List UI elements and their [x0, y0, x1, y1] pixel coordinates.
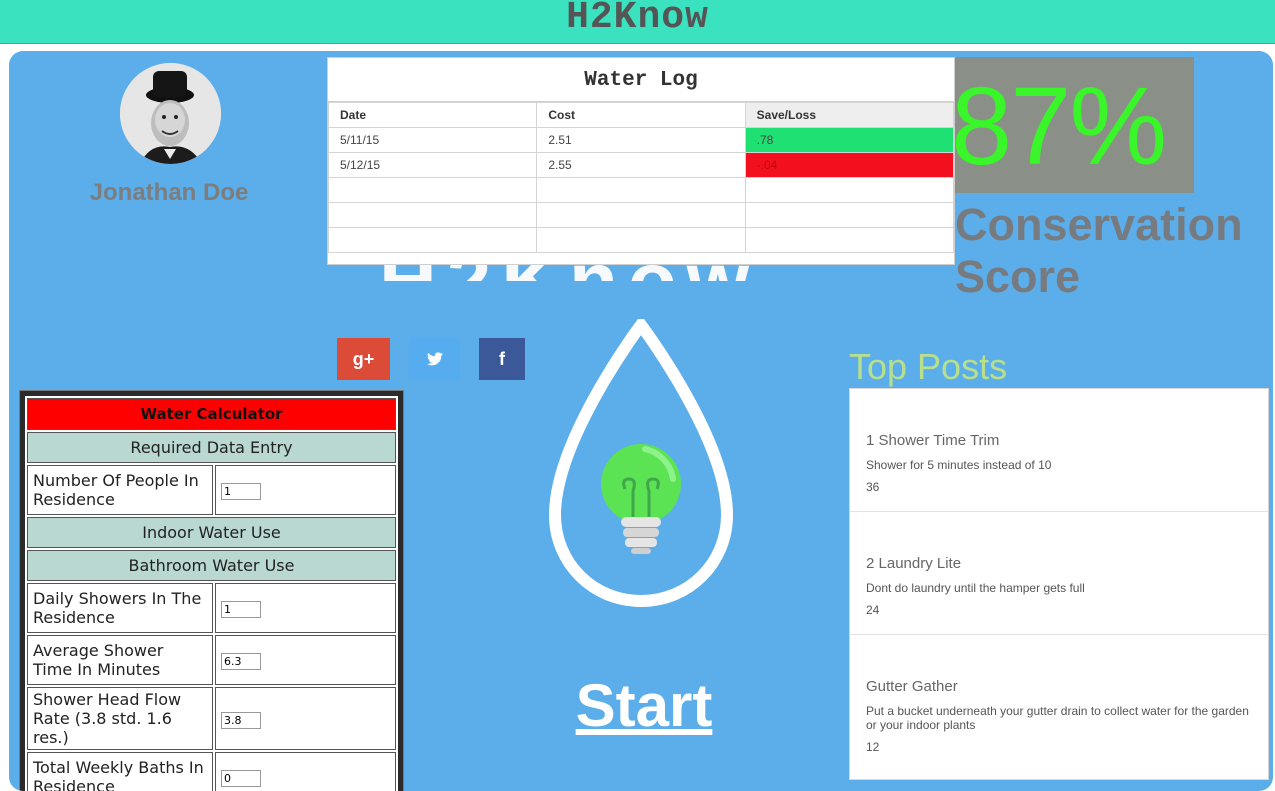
post-body: Shower for 5 minutes instead of 10	[866, 458, 1052, 472]
save-loss-cell	[744, 202, 955, 228]
facebook-icon: f	[499, 348, 505, 369]
post-body: Put a bucket underneath your gutter drai…	[866, 704, 1249, 732]
baths-input[interactable]	[221, 770, 261, 787]
google-plus-icon: g+	[352, 348, 375, 369]
profile-name: Jonathan Doe	[89, 179, 249, 206]
column-header-cost: Cost	[536, 102, 746, 128]
save-loss-cell	[744, 177, 955, 203]
post-body: Dont do laundry until the hamper gets fu…	[866, 581, 1085, 595]
table-row: 5/11/15 2.51 .78	[327, 127, 955, 153]
water-log-table: Date Cost Save/Loss 5/11/15 2.51 .78 5/1…	[327, 102, 955, 253]
shower-time-label: Average Shower Time In Minutes	[27, 635, 213, 685]
facebook-button[interactable]: f	[479, 338, 525, 380]
top-posts-list: 1 Shower Time Trim Shower for 5 minutes …	[849, 388, 1269, 780]
cost-cell: 2.51	[536, 127, 746, 153]
water-log-panel: Water Log Date Cost Save/Loss 5/11/15 2.…	[327, 57, 955, 265]
date-cell: 5/12/15	[327, 152, 538, 178]
column-header-save-loss: Save/Loss	[744, 102, 955, 128]
flow-rate-input[interactable]	[221, 711, 261, 729]
app-header: H2Know	[0, 0, 1275, 44]
people-input[interactable]	[221, 483, 261, 500]
table-row	[327, 202, 955, 228]
date-cell: 5/11/15	[327, 127, 538, 153]
section-bathroom-water: Bathroom Water Use	[27, 550, 396, 581]
flow-rate-label: Shower Head Flow Rate (3.8 std. 1.6 res.…	[27, 687, 213, 750]
people-label: Number Of People In Residence	[27, 465, 213, 515]
water-calculator: Water Calculator Required Data Entry Num…	[19, 390, 404, 791]
post-count: 12	[866, 740, 880, 754]
top-posts-title: Top Posts	[849, 346, 1008, 387]
section-indoor-water: Indoor Water Use	[27, 517, 396, 548]
post-title: 2 Laundry Lite	[866, 555, 962, 572]
post-title: Gutter Gather	[866, 678, 958, 695]
flow-rate-cell	[215, 687, 396, 750]
date-cell	[327, 202, 538, 228]
score-label: Conservation Score	[955, 199, 1243, 302]
shower-time-input[interactable]	[221, 653, 261, 670]
twitter-icon	[426, 352, 443, 366]
shower-time-cell	[215, 635, 396, 685]
water-log-title: Water Log	[328, 58, 954, 102]
avatar[interactable]	[120, 63, 221, 164]
list-item[interactable]: 1 Shower Time Trim Shower for 5 minutes …	[850, 389, 1268, 512]
app-title: H2Know	[566, 0, 709, 39]
start-button[interactable]: Start	[549, 671, 739, 740]
cost-cell	[536, 177, 746, 203]
calculator-title: Water Calculator	[27, 398, 396, 430]
table-row: 5/12/15 2.55 -.04	[327, 152, 955, 178]
score-display: 87%	[955, 57, 1194, 193]
post-title: 1 Shower Time Trim	[866, 432, 1000, 449]
showers-cell	[215, 583, 396, 633]
google-plus-button[interactable]: g+	[337, 338, 390, 380]
score-percentage: 87%	[955, 65, 1167, 188]
save-loss-cell: -.04	[744, 152, 955, 178]
water-calculator-form: Water Calculator Required Data Entry Num…	[25, 396, 398, 791]
baths-cell	[215, 752, 396, 791]
table-header-row: Date Cost Save/Loss	[327, 102, 955, 128]
baths-label: Total Weekly Baths In Residence	[27, 752, 213, 791]
post-count: 36	[866, 480, 880, 494]
avatar-photo	[120, 63, 221, 164]
column-header-date: Date	[327, 102, 538, 128]
save-loss-cell	[744, 227, 955, 253]
people-cell	[215, 465, 396, 515]
main-panel: Jonathan Doe H2Know Water Log Date Cost …	[9, 51, 1273, 791]
water-drop-logo	[541, 315, 741, 619]
date-cell	[327, 227, 538, 253]
save-loss-cell: .78	[744, 127, 955, 153]
table-row	[327, 227, 955, 253]
section-required-data: Required Data Entry	[27, 432, 396, 463]
cost-cell	[536, 227, 746, 253]
showers-input[interactable]	[221, 601, 261, 618]
cost-cell	[536, 202, 746, 228]
water-drop-icon	[548, 315, 734, 608]
list-item[interactable]: Gutter Gather Put a bucket underneath yo…	[850, 635, 1268, 758]
showers-label: Daily Showers In The Residence	[27, 583, 213, 633]
water-calculator-table: Water Calculator Required Data Entry Num…	[25, 396, 398, 791]
post-count: 24	[866, 603, 880, 617]
table-row	[327, 177, 955, 203]
list-item[interactable]: 2 Laundry Lite Dont do laundry until the…	[850, 512, 1268, 635]
twitter-button[interactable]	[409, 338, 460, 380]
cost-cell: 2.55	[536, 152, 746, 178]
date-cell	[327, 177, 538, 203]
